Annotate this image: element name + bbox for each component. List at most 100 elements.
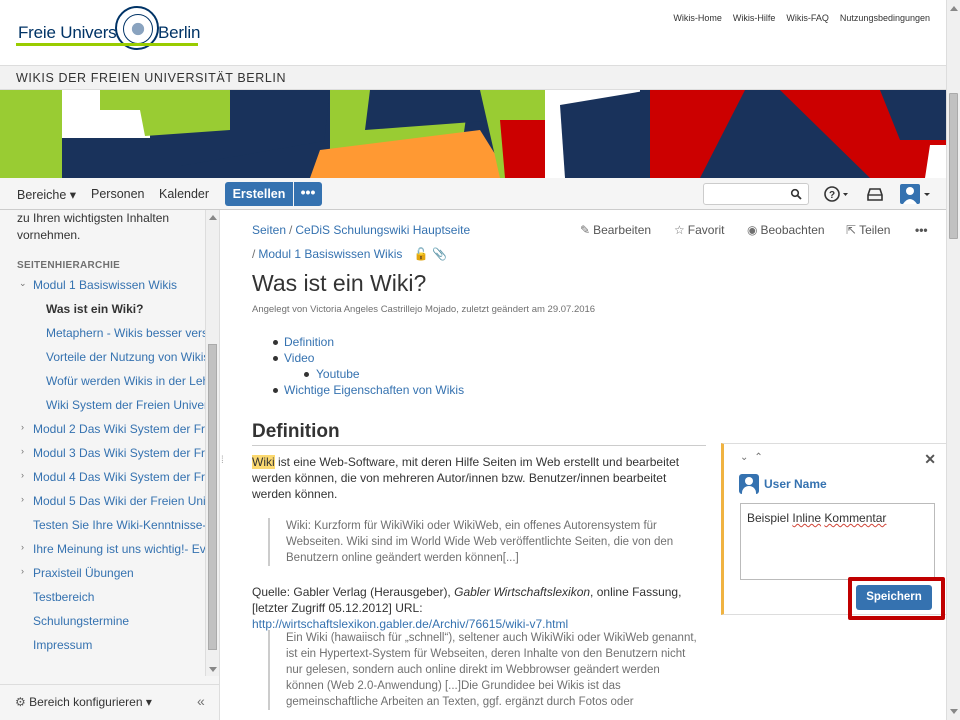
logo-underline xyxy=(16,43,198,46)
nav-calendar[interactable]: Kalender xyxy=(159,187,209,201)
share-button[interactable]: ⇱ Teilen xyxy=(846,223,890,237)
header-banner xyxy=(0,90,946,178)
collapse-arrow-icon[interactable]: › xyxy=(21,494,24,504)
notifications-icon[interactable] xyxy=(866,185,884,203)
user-avatar-icon[interactable] xyxy=(899,183,933,205)
scroll-down-icon[interactable] xyxy=(950,709,958,714)
watch-button[interactable]: ◉ Beobachten xyxy=(747,223,825,237)
quote-wikipedia: Ein Wiki (hawaiisch für „schnell“), selt… xyxy=(268,630,698,710)
source-citation: Quelle: Gabler Verlag (Herausgeber), Gab… xyxy=(252,584,702,632)
search-input[interactable] xyxy=(703,183,809,205)
tree-item-vorteile[interactable]: Vorteile der Nutzung von Wikis xyxy=(46,350,209,364)
tree-item-schulungstermine[interactable]: Schulungstermine xyxy=(33,614,129,628)
tree-item-metaphern[interactable]: Metaphern - Wikis besser verste xyxy=(46,326,218,340)
toc-video[interactable]: Video xyxy=(284,351,314,365)
tree-item-wofuer[interactable]: Wofür werden Wikis in der Lehre xyxy=(46,374,219,388)
sidebar-footer: ⚙ Bereich konfigurieren ▾ « xyxy=(0,684,219,720)
tree-item-current-page[interactable]: Was ist ein Wiki? xyxy=(46,302,143,316)
save-comment-button[interactable]: Speichern xyxy=(856,585,932,610)
comment-text-misspelled: Inline xyxy=(792,511,822,525)
page-scroll-thumb[interactable] xyxy=(949,93,958,239)
banner-graphic xyxy=(0,90,946,178)
pencil-icon: ✎ xyxy=(580,223,591,237)
attachment-icon[interactable]: 📎 xyxy=(432,247,447,261)
fu-berlin-logo[interactable]: Freie Universität Berlin xyxy=(16,6,202,54)
highlighted-text[interactable]: Wiki xyxy=(252,455,275,469)
expand-arrow-icon[interactable]: ⌄ xyxy=(19,278,27,289)
page-byline: Angelegt von Victoria Angeles Castrillej… xyxy=(252,304,596,315)
comment-user-name: User Name xyxy=(764,477,827,491)
share-icon: ⇱ xyxy=(846,223,857,237)
watch-label: Beobachten xyxy=(760,223,825,237)
toc-youtube[interactable]: Youtube xyxy=(316,367,360,381)
link-terms[interactable]: Nutzungsbedingungen xyxy=(840,13,930,23)
header-links: Wikis-Home Wikis-Hilfe Wikis-FAQ Nutzung… xyxy=(673,13,930,23)
toc-eigenschaften[interactable]: Wichtige Eigenschaften von Wikis xyxy=(284,383,464,397)
link-wikis-home[interactable]: Wikis-Home xyxy=(673,13,722,23)
sidebar: zu Ihren wichtigsten Inhalten vornehmen.… xyxy=(0,210,220,720)
tree-item-impressum[interactable]: Impressum xyxy=(33,638,92,652)
eye-icon: ◉ xyxy=(747,223,758,237)
tree-item-modul-3[interactable]: Modul 3 Das Wiki System der Freie xyxy=(33,446,219,460)
collapse-sidebar-icon[interactable]: « xyxy=(197,693,205,709)
link-wikis-faq[interactable]: Wikis-FAQ xyxy=(786,13,829,23)
collapse-arrow-icon[interactable]: › xyxy=(21,446,24,456)
close-icon[interactable]: ✕ xyxy=(924,451,936,468)
breadcrumb-home[interactable]: CeDiS Schulungswiki Hauptseite xyxy=(295,223,470,237)
tree-item-praxisteil[interactable]: Praxisteil Übungen xyxy=(33,566,134,580)
quote-gabler: Wiki: Kurzform für WikiWiki oder WikiWeb… xyxy=(268,518,698,566)
source-title: Gabler Wirtschaftslexikon xyxy=(454,585,591,599)
link-wikis-help[interactable]: Wikis-Hilfe xyxy=(733,13,776,23)
create-button[interactable]: Erstellen xyxy=(225,182,293,206)
breadcrumb-pages[interactable]: Seiten xyxy=(252,223,286,237)
help-icon[interactable]: ? xyxy=(824,185,850,203)
tree-item-modul-4[interactable]: Modul 4 Das Wiki System der Freie xyxy=(33,470,219,484)
page-scrollbar[interactable] xyxy=(946,0,960,720)
site-name: WIKIS DER FREIEN UNIVERSITÄT BERLIN xyxy=(16,71,287,85)
edit-button[interactable]: ✎ Bearbeiten xyxy=(580,223,651,237)
create-more-button[interactable]: ••• xyxy=(294,182,322,206)
scroll-down-icon[interactable] xyxy=(209,667,217,672)
comment-text-part: Beispiel xyxy=(747,511,793,525)
nav-people[interactable]: Personen xyxy=(91,187,145,201)
star-icon: ☆ xyxy=(674,223,685,237)
main-navigation: Bereiche ▾ Personen Kalender Erstellen •… xyxy=(0,178,946,210)
sidebar-intro-text: zu Ihren wichtigsten Inhalten vornehmen. xyxy=(17,211,170,242)
page-title: Was ist ein Wiki? xyxy=(252,270,427,296)
sidebar-scrollbar[interactable] xyxy=(205,210,219,676)
tree-item-modul-5[interactable]: Modul 5 Das Wiki der Freien Unive xyxy=(33,494,218,508)
scroll-up-icon[interactable] xyxy=(950,6,958,11)
tree-item-wiki-system[interactable]: Wiki System der Freien Universi xyxy=(46,398,217,412)
table-of-contents: Definition Video Youtube Wichtige Eigens… xyxy=(252,334,464,398)
tree-item-testen[interactable]: Testen Sie Ihre Wiki-Kenntnisse-NE xyxy=(33,518,219,532)
comment-text-misspelled: Kommentar xyxy=(824,511,887,525)
tree-item-modul-2[interactable]: Modul 2 Das Wiki System der Freie xyxy=(33,422,219,436)
svg-text:?: ? xyxy=(829,190,835,201)
configure-space-button[interactable]: ⚙ Bereich konfigurieren ▾ xyxy=(15,695,152,709)
share-label: Teilen xyxy=(859,223,891,237)
comment-navigation-arrows[interactable]: ⌄⌃ xyxy=(740,452,769,463)
source-prefix: Quelle: Gabler Verlag (Herausgeber), xyxy=(252,585,455,599)
comment-text-editor[interactable]: Beispiel Inline Kommentar xyxy=(740,503,935,580)
collapse-arrow-icon[interactable]: › xyxy=(21,542,24,552)
site-name-bar: WIKIS DER FREIEN UNIVERSITÄT BERLIN xyxy=(0,66,946,90)
toc-definition[interactable]: Definition xyxy=(284,335,334,349)
collapse-arrow-icon[interactable]: › xyxy=(21,470,24,480)
more-actions-button[interactable]: ••• xyxy=(915,223,928,237)
source-link[interactable]: http://wirtschaftslexikon.gabler.de/Arch… xyxy=(252,617,568,631)
sidebar-scroll-thumb[interactable] xyxy=(208,344,217,650)
edit-label: Bearbeiten xyxy=(593,223,652,237)
breadcrumb-modul-1[interactable]: Modul 1 Basiswissen Wikis xyxy=(258,247,402,261)
unlock-icon[interactable]: 🔓 xyxy=(414,247,429,261)
tree-item-modul-1[interactable]: Modul 1 Basiswissen Wikis xyxy=(33,278,177,292)
definition-paragraph: Wiki ist eine Web-Software, mit deren Hi… xyxy=(252,454,692,502)
collapse-arrow-icon[interactable]: › xyxy=(21,422,24,432)
collapse-arrow-icon[interactable]: › xyxy=(21,566,24,576)
top-header: Freie Universität Berlin Wikis-Home Wiki… xyxy=(0,0,946,66)
tree-item-meinung[interactable]: Ihre Meinung ist uns wichtig!- Evalu xyxy=(33,542,219,556)
logo-word-right: Berlin xyxy=(158,23,201,42)
tree-item-testbereich[interactable]: Testbereich xyxy=(33,590,94,604)
scroll-up-icon[interactable] xyxy=(209,215,217,220)
favorite-button[interactable]: ☆ Favorit xyxy=(674,223,724,237)
nav-spaces[interactable]: Bereiche ▾ xyxy=(17,187,76,202)
